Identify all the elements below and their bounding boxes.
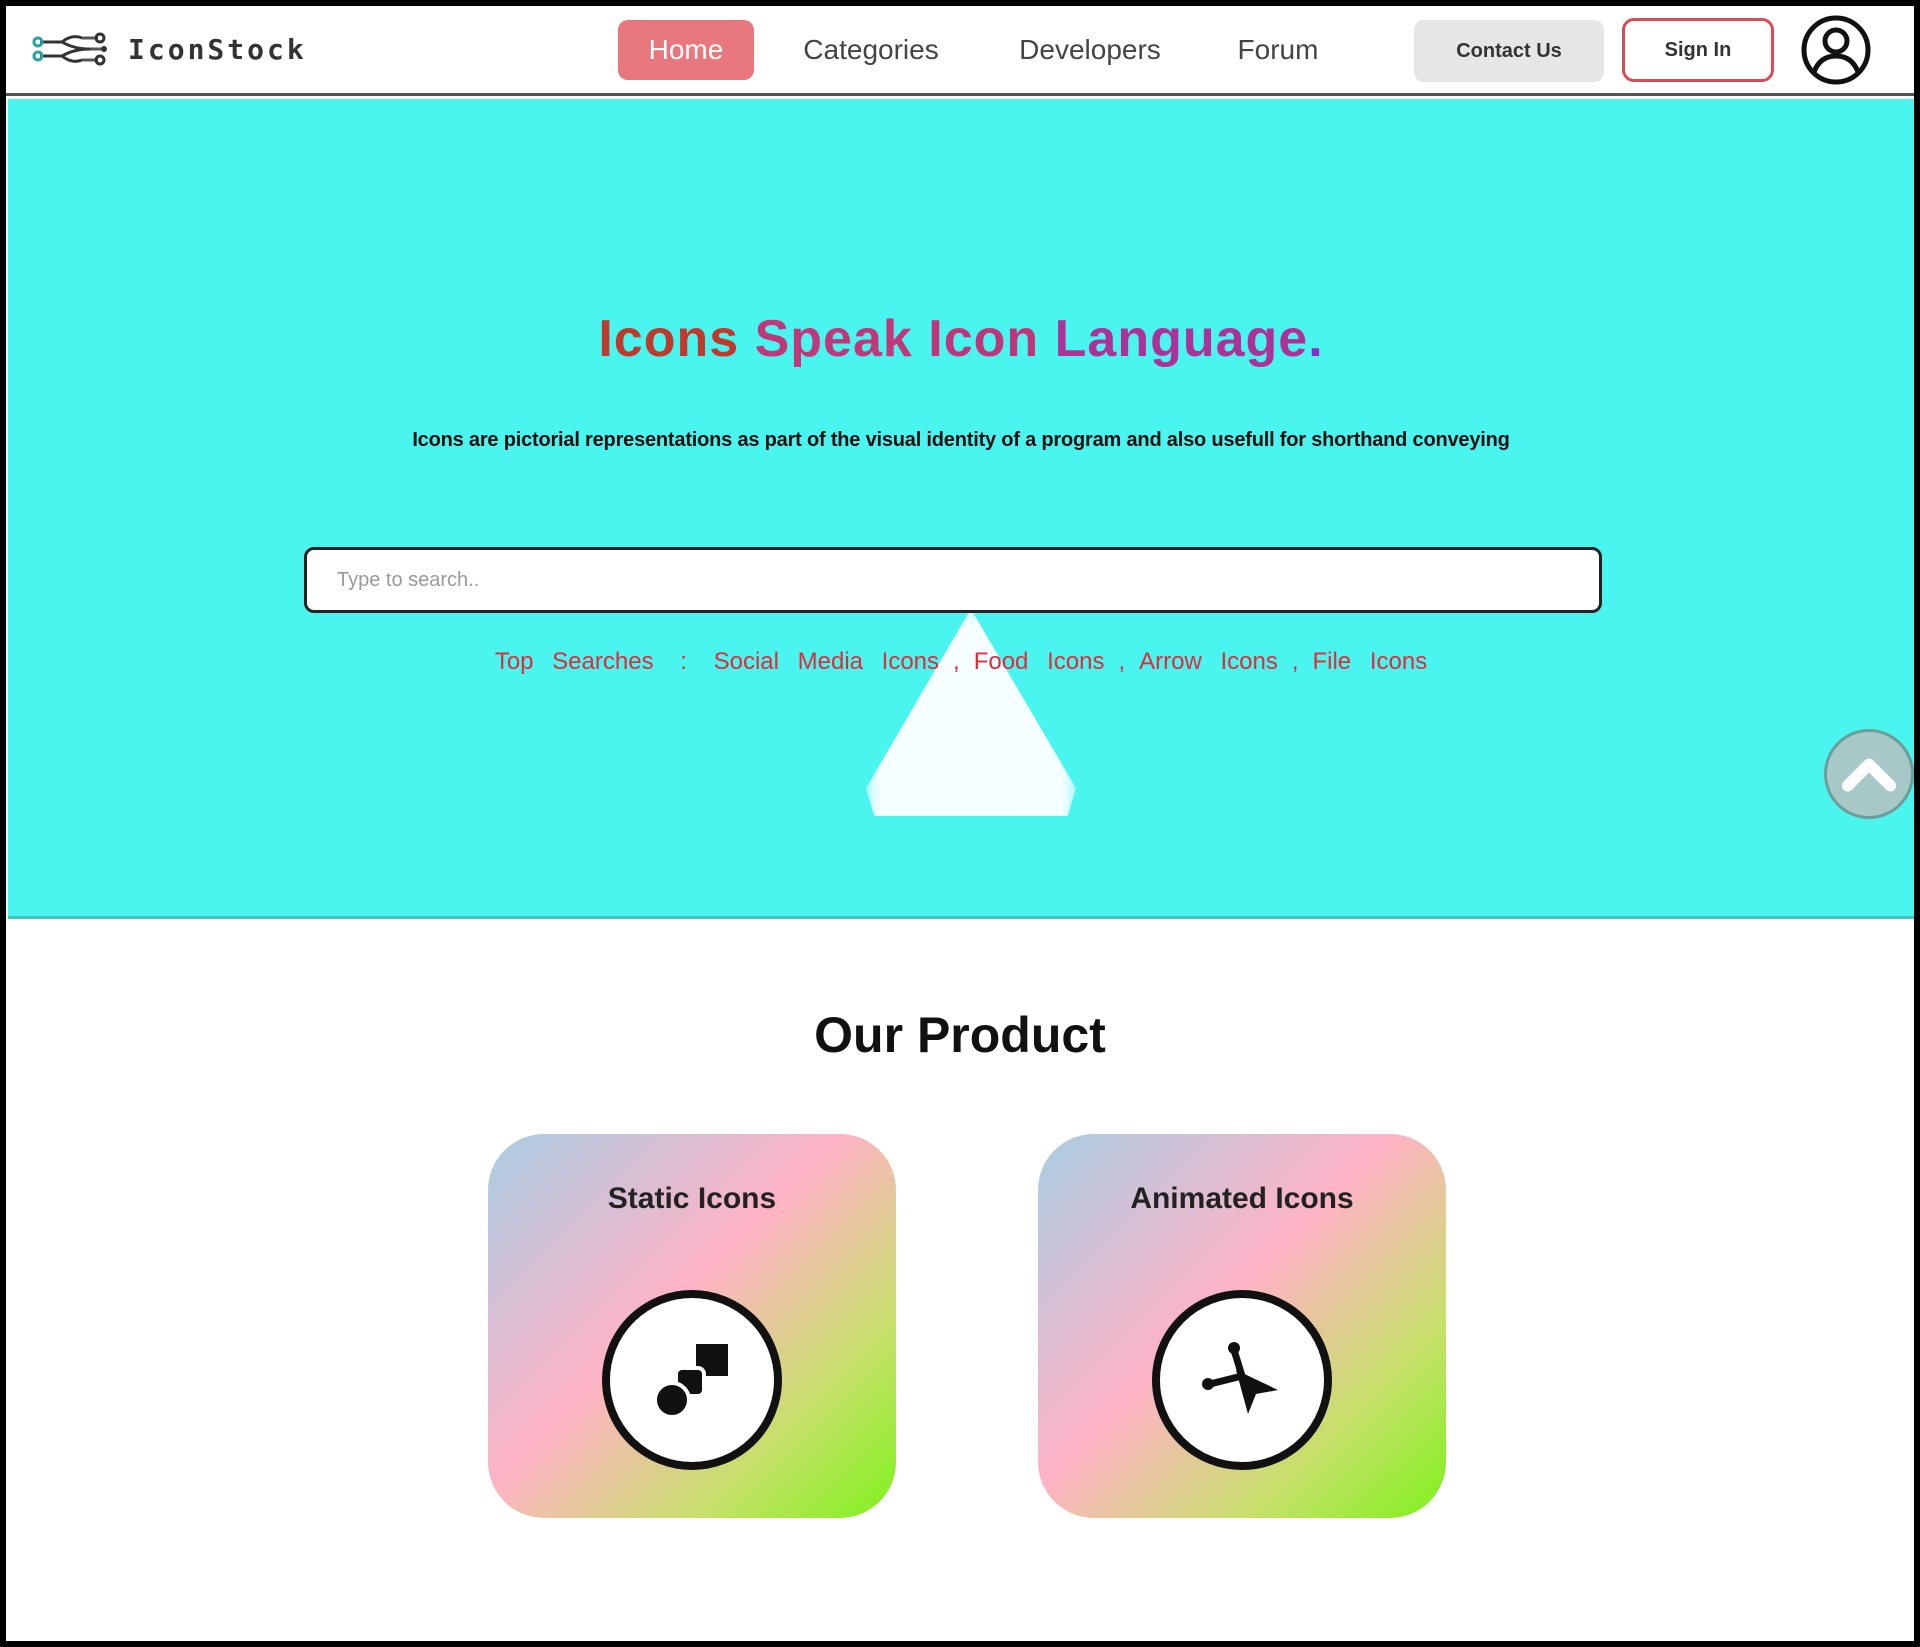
top-search-link-food[interactable]: Food Icons <box>974 648 1105 675</box>
separator: , <box>1118 648 1126 675</box>
product-card-animated-icons[interactable]: Animated Icons <box>1038 1134 1446 1518</box>
contact-us-button[interactable]: Contact Us <box>1414 20 1604 82</box>
brand-name: IconStock <box>128 32 307 66</box>
chevron-up-icon <box>1841 758 1897 792</box>
top-searches-label: Top Searches <box>494 648 654 675</box>
network-nodes-icon <box>32 32 107 66</box>
hero-title-period: . <box>1308 310 1324 368</box>
top-navbar: IconStock Home Categories Developers For… <box>6 6 1914 96</box>
scroll-to-top-button[interactable] <box>1824 729 1914 819</box>
top-searches: Top Searches : Social Media Icons, Food I… <box>8 648 1914 676</box>
card-icon-badge <box>1152 1290 1332 1470</box>
hero-title: Icons Speak Icon Language. <box>8 309 1914 369</box>
nav-developers[interactable]: Developers <box>1010 20 1170 80</box>
top-search-link-social-media[interactable]: Social Media Icons <box>714 648 939 675</box>
nav-categories[interactable]: Categories <box>796 20 946 80</box>
sign-in-button[interactable]: Sign In <box>1622 18 1774 82</box>
hero-section: Icons Speak Icon Language. Icons are pic… <box>8 99 1914 919</box>
nav-forum[interactable]: Forum <box>1228 20 1328 80</box>
nav-home[interactable]: Home <box>618 20 754 80</box>
hero-title-word: Speak <box>754 310 913 368</box>
top-searches-colon: : <box>680 648 687 675</box>
spotlight-decoration <box>866 609 1076 816</box>
user-circle-icon <box>1801 15 1871 85</box>
search-input[interactable] <box>304 547 1602 613</box>
product-card-static-icons[interactable]: Static Icons <box>488 1134 896 1518</box>
page-frame: IconStock Home Categories Developers For… <box>0 0 1920 1647</box>
brand-logo[interactable]: IconStock <box>30 24 307 74</box>
separator: , <box>953 648 960 675</box>
profile-button[interactable] <box>1800 14 1872 86</box>
hero-title-word: Language <box>1054 310 1309 368</box>
top-search-link-arrow[interactable]: Arrow Icons <box>1139 648 1278 675</box>
card-icon-badge <box>602 1290 782 1470</box>
shapes-icon <box>653 1344 728 1419</box>
card-title: Static Icons <box>607 1182 777 1215</box>
section-title-our-product: Our Product <box>814 1007 1106 1063</box>
card-title: Animated Icons <box>1130 1182 1354 1215</box>
hero-subtitle: Icons are pictorial representations as p… <box>412 429 1510 451</box>
animated-cursor-icon <box>1202 1342 1278 1414</box>
hero-title-word: Icon <box>928 310 1040 368</box>
hero-title-word: Icons <box>598 310 740 368</box>
separator: , <box>1291 648 1299 675</box>
top-search-link-file[interactable]: File Icons <box>1312 648 1427 675</box>
